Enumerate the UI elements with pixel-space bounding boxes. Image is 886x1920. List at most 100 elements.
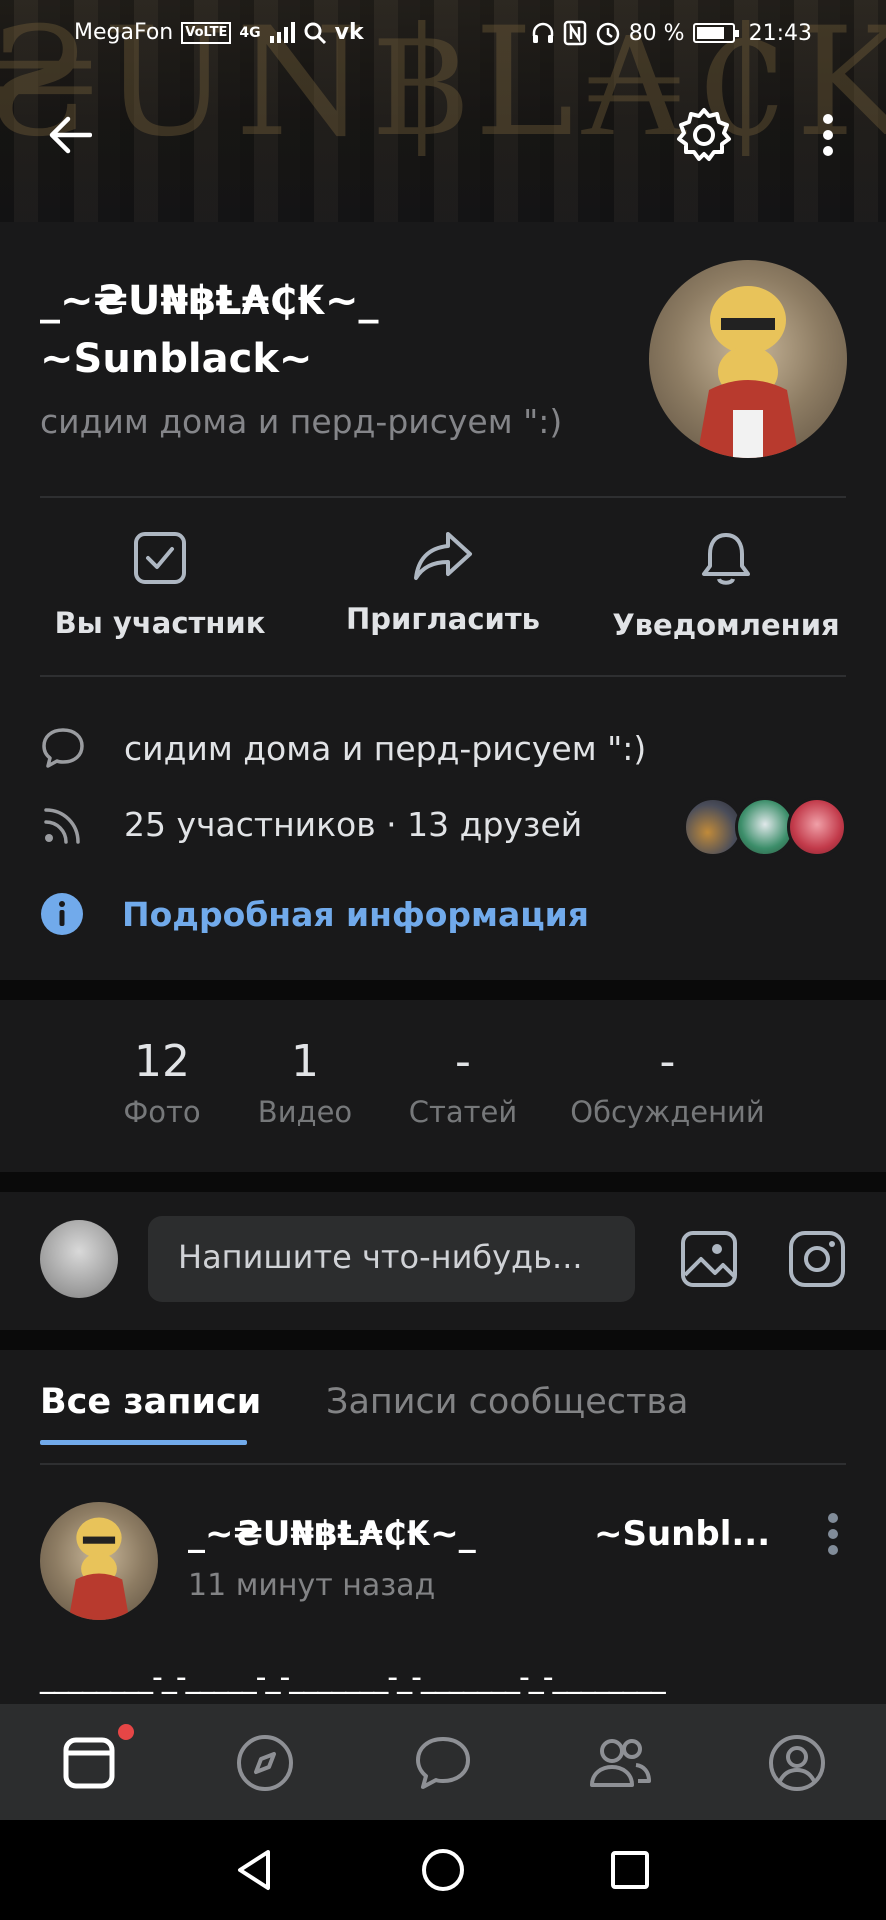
- section-separator: [0, 1172, 886, 1192]
- post-timestamp: 11 минут назад: [188, 1568, 436, 1603]
- avatar-illustration: [697, 286, 799, 458]
- tab-messages[interactable]: [408, 1728, 478, 1798]
- share-arrow-icon: [414, 532, 472, 580]
- user-avatar[interactable]: [40, 1220, 118, 1298]
- group-name-line1: _~₴U₦฿Ⱡ₳₵₭~_: [40, 278, 379, 324]
- members-row[interactable]: 25 участников · 13 друзей: [40, 802, 582, 846]
- system-back-button[interactable]: [224, 1840, 284, 1900]
- counter-articles[interactable]: - Статей: [408, 1036, 518, 1129]
- post-composer-input[interactable]: Напишите что-нибудь...: [148, 1216, 635, 1302]
- group-avatar[interactable]: [649, 260, 847, 458]
- battery-percent: 80 %: [628, 20, 685, 46]
- info-icon: [41, 893, 83, 935]
- checkbox-icon: [134, 532, 186, 584]
- back-button[interactable]: [34, 100, 104, 170]
- camera-icon: [789, 1231, 845, 1287]
- system-recents-button[interactable]: [600, 1840, 660, 1900]
- more-button[interactable]: [793, 100, 863, 170]
- post-author-name[interactable]: _~₴U₦฿Ⱡ₳₵₭~_: [188, 1514, 476, 1554]
- counter-value: 12: [134, 1036, 190, 1087]
- compass-icon: [237, 1735, 293, 1791]
- tab-all-posts[interactable]: Все записи: [40, 1382, 261, 1422]
- search-icon: [304, 22, 326, 44]
- headphones-icon: [532, 22, 553, 43]
- more-info-row[interactable]: Подробная информация: [40, 892, 589, 936]
- nfc-icon: [563, 20, 586, 46]
- group-name: _~₴U₦฿Ⱡ₳₵₭~_ ~Sunblack~: [40, 272, 620, 388]
- bell-icon: [702, 533, 750, 585]
- story-camera-button[interactable]: [787, 1229, 847, 1289]
- bottom-tab-bar: [0, 1704, 886, 1820]
- divider: [40, 675, 846, 677]
- avatar-illustration: [68, 1517, 130, 1620]
- image-icon: [681, 1231, 737, 1287]
- counter-label: Фото: [123, 1095, 201, 1129]
- tab-news[interactable]: [54, 1728, 124, 1798]
- profile-icon: [769, 1735, 825, 1791]
- clock: 21:43: [748, 20, 812, 46]
- counter-label: Статей: [408, 1095, 518, 1129]
- friends-avatars[interactable]: [683, 797, 848, 857]
- triangle-back-icon: [238, 1850, 270, 1890]
- friend-avatar: [787, 797, 847, 857]
- post-author-name-continued[interactable]: ~Sunbl...: [594, 1514, 770, 1554]
- speech-bubble-icon: [42, 728, 84, 768]
- group-name-line2: ~Sunblack~: [40, 336, 313, 382]
- more-info-link[interactable]: Подробная информация: [122, 895, 589, 934]
- counter-value: -: [455, 1036, 471, 1087]
- notification-dot: [118, 1724, 134, 1740]
- square-recents-icon: [611, 1851, 649, 1889]
- counter-discussions[interactable]: - Обсуждений: [570, 1036, 765, 1129]
- counter-videos[interactable]: 1 Видео: [255, 1036, 355, 1129]
- top-navigation: [0, 100, 886, 170]
- active-tab-indicator: [40, 1440, 247, 1445]
- more-vertical-icon: [823, 114, 833, 156]
- invite-label: Пригласить: [346, 602, 540, 636]
- invite-button[interactable]: Пригласить: [308, 530, 578, 636]
- back-arrow-icon: [49, 116, 92, 154]
- system-navigation-bar: [0, 1820, 886, 1920]
- post-author-avatar[interactable]: [40, 1502, 158, 1620]
- section-separator: [0, 1330, 886, 1350]
- divider: [40, 1463, 846, 1465]
- group-status: сидим дома и перд-рисуем ":): [40, 402, 563, 441]
- gear-icon: [677, 108, 731, 161]
- signal-icon: [269, 21, 295, 43]
- description-row: сидим дома и перд-рисуем ":): [40, 726, 646, 770]
- post-menu-button[interactable]: [818, 1512, 848, 1562]
- vk-icon: vk: [334, 20, 364, 45]
- volte-badge: VoLTE: [181, 21, 232, 44]
- post-text: ________-_-_____-_-_______-_-_______-_-_…: [40, 1660, 666, 1695]
- attach-photo-button[interactable]: [679, 1229, 739, 1289]
- counter-photos[interactable]: 12 Фото: [122, 1036, 202, 1129]
- chat-bubble-icon: [416, 1737, 470, 1789]
- circle-home-icon: [422, 1849, 464, 1891]
- people-icon: [590, 1739, 651, 1787]
- counter-label: Видео: [257, 1095, 353, 1129]
- carrier-name: MegaFon: [74, 20, 174, 45]
- settings-button[interactable]: [669, 100, 739, 170]
- status-bar: MegaFon VoLTE 4G vk 80 % 21:43: [0, 0, 886, 66]
- description-text: сидим дома и перд-рисуем ":): [124, 728, 647, 768]
- alarm-icon: [596, 22, 619, 46]
- newsfeed-icon: [63, 1737, 115, 1789]
- member-label: Вы участник: [54, 606, 266, 640]
- tab-discover[interactable]: [230, 1728, 300, 1798]
- friend-avatar: [735, 797, 795, 857]
- notifications-button[interactable]: Уведомления: [591, 530, 861, 642]
- section-separator: [0, 980, 886, 1000]
- tab-profile[interactable]: [762, 1728, 832, 1798]
- divider: [40, 496, 846, 498]
- member-button[interactable]: Вы участник: [25, 530, 295, 640]
- members-text: 25 участников · 13 друзей: [124, 804, 583, 844]
- system-home-button[interactable]: [413, 1840, 473, 1900]
- feed-icon: [44, 808, 80, 844]
- friend-avatar: [683, 797, 743, 857]
- counter-value: -: [659, 1036, 676, 1087]
- tab-community-posts[interactable]: Записи сообщества: [326, 1382, 689, 1422]
- counter-label: Обсуждений: [570, 1095, 765, 1129]
- network-type: 4G: [239, 24, 261, 41]
- more-vertical-icon: [828, 1513, 838, 1555]
- tab-friends[interactable]: [585, 1728, 655, 1798]
- notifications-label: Уведомления: [612, 608, 840, 642]
